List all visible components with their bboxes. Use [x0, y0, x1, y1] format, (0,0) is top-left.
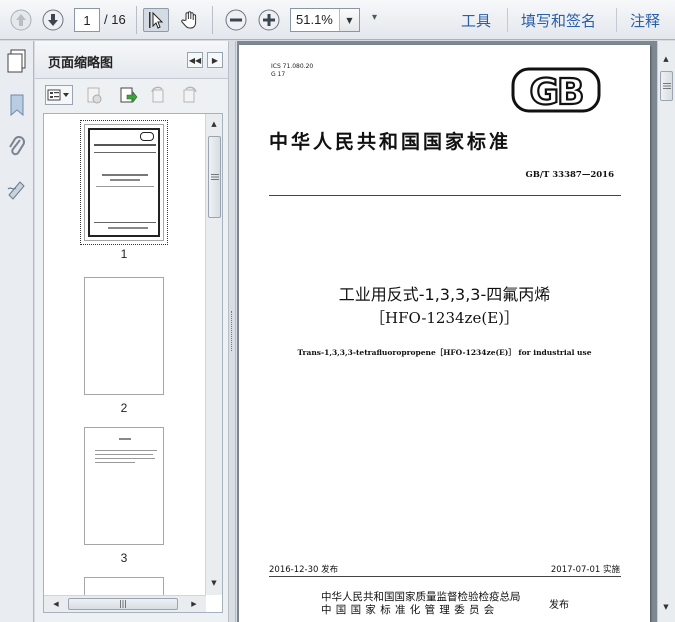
thumbnail-number: 2 — [120, 401, 128, 415]
thumbnail-page-1[interactable] — [80, 120, 168, 245]
toolbar-divider — [507, 8, 508, 32]
thumbnail-number: 3 — [120, 551, 128, 565]
panel-splitter[interactable] — [228, 41, 236, 622]
issue-word: 发布 — [549, 600, 569, 611]
thumbnail-text-line — [95, 450, 157, 451]
options-icon — [47, 89, 69, 101]
scroll-down-icon[interactable]: ▼ — [658, 599, 674, 615]
scroll-down-icon[interactable]: ▼ — [206, 575, 222, 591]
thumbnail-text-line — [119, 438, 131, 440]
fill-sign-button[interactable]: 填写和签名 — [521, 10, 596, 31]
thumbnail-text-line — [108, 227, 148, 229]
document-title-code: ［HFO-1234ze(E)］ — [369, 309, 519, 327]
comment-button[interactable]: 注释 — [630, 10, 660, 31]
logo-text: GB — [530, 72, 583, 113]
thumbnail-text-line — [95, 454, 153, 455]
scroll-up-icon[interactable]: ▲ — [206, 116, 222, 132]
implement-date: 2017-07-01 实施 — [550, 565, 620, 575]
ccs-number: G 17 — [271, 71, 286, 78]
tools-button[interactable]: 工具 — [461, 10, 491, 31]
gb-logo-icon: GB — [511, 67, 601, 113]
thumbnail-text-line — [102, 174, 148, 176]
toolbar-divider — [136, 6, 137, 34]
page-total: / 16 — [104, 12, 126, 27]
header-rule — [269, 195, 621, 196]
zoom-select[interactable]: 51.1% ▼ — [290, 8, 360, 32]
signature-icon[interactable] — [5, 175, 29, 203]
document-page: ICS 71.080.20 G 17 GB 中华人民共和国国家标准 GB/T 3… — [239, 45, 650, 622]
zoom-out-button[interactable] — [224, 8, 248, 32]
thumbnail-text-line — [110, 179, 140, 181]
standard-type-title: 中华人民共和国国家标准 — [269, 131, 512, 153]
chevron-right-icon[interactable]: ▶ — [207, 52, 223, 68]
scrollbar-thumb[interactable] — [208, 136, 221, 218]
arrow-down-icon — [42, 9, 64, 31]
scroll-right-icon[interactable]: ▶ — [186, 596, 202, 612]
next-page-button[interactable] — [41, 8, 65, 32]
publish-date: 2016-12-30 发布 — [269, 565, 339, 575]
thumbnail-horizontal-scrollbar[interactable]: ◀ ▶ — [44, 595, 206, 612]
thumbnail-text-line — [96, 186, 154, 187]
standard-number: GB/T 33387—2016 — [525, 170, 614, 180]
toolbar-divider — [616, 8, 617, 32]
splitter-grip — [231, 311, 233, 351]
thumbnail-page-2[interactable] — [84, 277, 164, 395]
thumbnail-text-line — [94, 144, 156, 146]
ics-code: ICS 71.080.20 G 17 — [271, 63, 313, 79]
navigation-rail — [0, 41, 34, 622]
thumbnail-rule — [94, 152, 156, 153]
page-number-input[interactable]: 1 — [74, 8, 100, 32]
previous-page-button[interactable] — [9, 8, 33, 32]
thumbnail-list[interactable]: 1 2 3 ▲ ▼ ◀ ▶ — [43, 113, 223, 613]
chevron-down-icon[interactable]: ▼ — [339, 9, 359, 31]
page-thumbnails-icon[interactable] — [5, 47, 29, 75]
toolbar-divider — [212, 6, 213, 34]
toolbar: 1 / 16 51.1% ▼ ▾ 工具 填写和签名 注释 — [0, 0, 675, 40]
document-vertical-scrollbar[interactable]: ▲ ▼ — [657, 41, 675, 622]
gb-logo-icon — [140, 132, 154, 141]
panel-title: 页面缩略图 — [48, 56, 114, 71]
zoom-value: 51.1% — [296, 12, 333, 27]
thumbnail-cover-border — [88, 128, 160, 237]
bookmark-icon[interactable] — [5, 91, 29, 119]
panel-toolbar — [35, 81, 228, 109]
collapse-panel-icon[interactable]: ◀◀ — [187, 52, 203, 68]
document-view[interactable]: ICS 71.080.20 G 17 GB 中华人民共和国国家标准 GB/T 3… — [237, 41, 657, 622]
attachment-icon[interactable] — [5, 133, 29, 161]
delete-page-icon[interactable] — [83, 85, 105, 105]
document-title-cn: 工业用反式-1,3,3,3-四氟丙烯 — [338, 285, 551, 304]
zoom-in-button[interactable] — [257, 8, 281, 32]
document-title-en: Trans-1,3,3,3-tetrafluoropropene［HFO-123… — [297, 348, 592, 357]
rotate-left-icon[interactable] — [147, 85, 169, 105]
thumbnail-text-line — [95, 458, 155, 459]
footer-rule — [269, 576, 621, 577]
panel-header: 页面缩略图 ◀◀ ▶ — [35, 41, 228, 79]
ics-number: ICS 71.080.20 — [271, 63, 314, 70]
options-menu-button[interactable] — [45, 85, 73, 105]
arrow-up-icon — [10, 9, 32, 31]
plus-icon — [258, 9, 280, 31]
thumbnail-vertical-scrollbar[interactable]: ▲ ▼ — [205, 114, 222, 595]
scrollbar-thumb[interactable] — [660, 71, 673, 101]
scroll-up-icon[interactable]: ▲ — [658, 51, 674, 67]
scrollbar-thumb[interactable] — [68, 598, 178, 610]
scroll-left-icon[interactable]: ◀ — [48, 596, 64, 612]
issuer-2: 中国国家标准化管理委员会 — [321, 604, 499, 616]
thumbnail-panel: 页面缩略图 ◀◀ ▶ 1 2 3 ▲ ▼ ◀ ▶ — [35, 41, 228, 622]
minus-icon — [225, 9, 247, 31]
thumbnail-text-line — [95, 462, 135, 463]
insert-page-icon[interactable] — [117, 85, 139, 105]
thumbnail-rule — [94, 222, 156, 223]
hand-tool-button[interactable] — [178, 8, 202, 32]
thumbnail-number: 1 — [120, 247, 128, 261]
toolbar-menu-icon[interactable]: ▾ — [372, 12, 377, 23]
rotate-right-icon[interactable] — [179, 85, 201, 105]
thumbnail-page-3[interactable] — [84, 427, 164, 545]
hand-icon — [181, 11, 197, 29]
select-tool-button[interactable] — [143, 8, 169, 32]
cursor-icon — [149, 11, 164, 29]
